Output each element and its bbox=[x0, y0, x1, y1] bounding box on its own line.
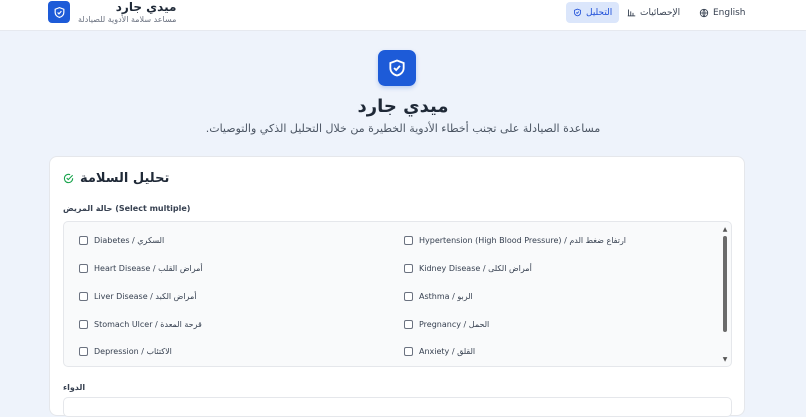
condition-label: Pregnancy / الحمل bbox=[419, 320, 490, 329]
scrollbar[interactable]: ▲ ▼ bbox=[721, 226, 729, 364]
checkbox[interactable] bbox=[404, 320, 413, 329]
condition-label: Depression / الاكتئاب bbox=[94, 347, 172, 356]
checkbox[interactable] bbox=[404, 347, 413, 356]
nav-stats-label: الإحصائيات bbox=[640, 7, 681, 18]
conditions-label: حالة المريض (Select multiple) bbox=[63, 204, 191, 213]
condition-label: Diabetes / السكري bbox=[94, 236, 165, 245]
scroll-up-arrow-icon[interactable]: ▲ bbox=[721, 226, 729, 234]
condition-option-stomach-ulcer[interactable]: Stomach Ulcer / قرحة المعدة bbox=[79, 320, 202, 329]
shield-icon bbox=[54, 6, 64, 18]
brand: ميدي جارد مساعد سلامة الأدوية للصيادلة bbox=[78, 0, 176, 25]
checkbox[interactable] bbox=[404, 264, 413, 273]
condition-option-anxiety[interactable]: Anxiety / القلق bbox=[404, 347, 475, 356]
conditions-list[interactable]: Diabetes / السكري Hypertension (High Blo… bbox=[63, 221, 732, 367]
nav-analysis-label: التحليل bbox=[586, 7, 613, 18]
condition-option-asthma[interactable]: Asthma / الربو bbox=[404, 292, 473, 301]
globe-icon bbox=[699, 8, 709, 17]
condition-label: Stomach Ulcer / قرحة المعدة bbox=[94, 320, 202, 329]
top-header: ميدي جارد مساعد سلامة الأدوية للصيادلة ا… bbox=[0, 0, 806, 31]
safety-analysis-card: تحليل السلامة حالة المريض (Select multip… bbox=[49, 156, 745, 417]
condition-option-diabetes[interactable]: Diabetes / السكري bbox=[79, 236, 164, 245]
shield-icon bbox=[389, 59, 405, 77]
app-logo[interactable] bbox=[48, 1, 70, 23]
language-label: English bbox=[713, 7, 746, 18]
card-title: تحليل السلامة bbox=[63, 171, 169, 186]
condition-label: Heart Disease / أمراض القلب bbox=[94, 264, 203, 273]
checkbox[interactable] bbox=[79, 320, 88, 329]
hero-logo bbox=[378, 50, 416, 86]
language-toggle-button[interactable]: English bbox=[692, 2, 753, 23]
condition-label: Asthma / الربو bbox=[419, 292, 473, 301]
condition-option-hypertension[interactable]: Hypertension (High Blood Pressure) / ارت… bbox=[404, 236, 626, 245]
condition-option-kidney-disease[interactable]: Kidney Disease / أمراض الكلى bbox=[404, 264, 532, 273]
condition-label: Liver Disease / أمراض الكبد bbox=[94, 292, 197, 301]
nav-analysis-button[interactable]: التحليل bbox=[566, 2, 620, 23]
condition-label: Anxiety / القلق bbox=[419, 347, 476, 356]
scroll-down-arrow-icon[interactable]: ▼ bbox=[721, 356, 729, 364]
card-title-text: تحليل السلامة bbox=[80, 171, 170, 186]
page-subtitle: مساعدة الصيادلة على تجنب أخطاء الأدوية ا… bbox=[205, 122, 601, 135]
checkbox[interactable] bbox=[79, 347, 88, 356]
shield-icon bbox=[574, 8, 581, 17]
condition-option-heart-disease[interactable]: Heart Disease / أمراض القلب bbox=[79, 264, 203, 273]
page-title: ميدي جارد bbox=[357, 96, 449, 117]
checkbox[interactable] bbox=[79, 236, 88, 245]
nav-stats-button[interactable]: الإحصائيات bbox=[620, 2, 687, 23]
checkbox[interactable] bbox=[79, 264, 88, 273]
bar-chart-icon bbox=[627, 9, 636, 17]
checkbox[interactable] bbox=[404, 292, 413, 301]
checkbox[interactable] bbox=[79, 292, 88, 301]
condition-option-pregnancy[interactable]: Pregnancy / الحمل bbox=[404, 320, 489, 329]
drug-label: الدواء bbox=[63, 383, 86, 392]
condition-option-liver-disease[interactable]: Liver Disease / أمراض الكبد bbox=[79, 292, 196, 301]
condition-option-depression[interactable]: Depression / الاكتئاب bbox=[79, 347, 172, 356]
scrollbar-thumb[interactable] bbox=[723, 236, 727, 332]
condition-label: Kidney Disease / أمراض الكلى bbox=[419, 264, 532, 273]
brand-title: ميدي جارد bbox=[115, 0, 177, 14]
check-circle-icon bbox=[63, 173, 74, 184]
drug-input[interactable] bbox=[63, 397, 732, 417]
brand-subtitle: مساعد سلامة الأدوية للصيادلة bbox=[78, 15, 177, 24]
condition-label: Hypertension (High Blood Pressure) / ارت… bbox=[419, 236, 627, 245]
checkbox[interactable] bbox=[404, 236, 413, 245]
